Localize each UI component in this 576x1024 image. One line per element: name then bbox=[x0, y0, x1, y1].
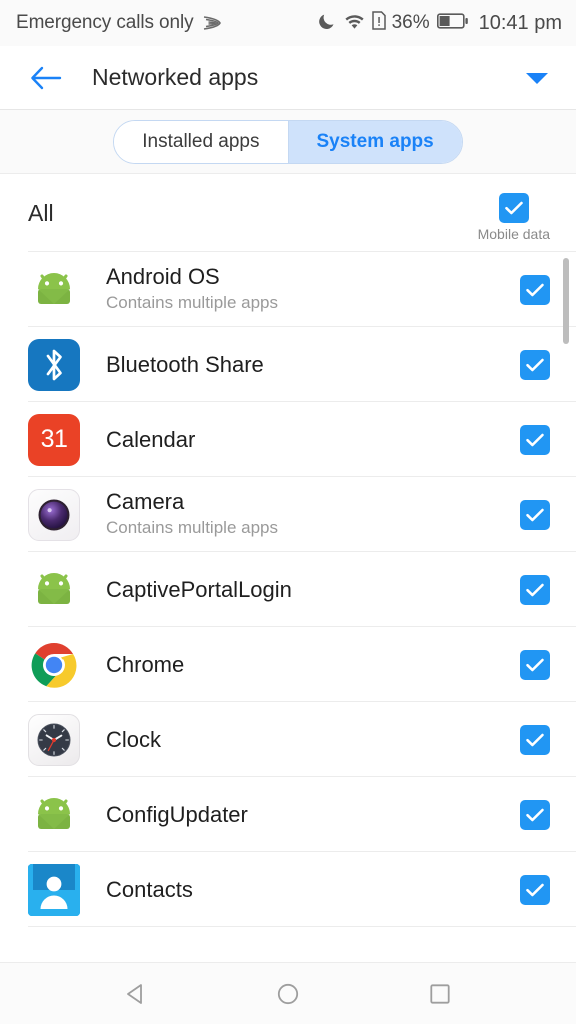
app-list-item[interactable]: Camera Contains multiple apps bbox=[0, 477, 576, 552]
android-robot-icon bbox=[28, 789, 80, 841]
app-checkbox-cell bbox=[520, 799, 550, 830]
app-name-label: Chrome bbox=[106, 651, 185, 677]
checkbox-app-4[interactable] bbox=[520, 574, 550, 605]
checkbox-app-1[interactable] bbox=[520, 349, 550, 380]
app-checkbox-cell bbox=[520, 874, 550, 905]
app-header: Networked apps bbox=[0, 46, 576, 110]
app-list-item[interactable]: CaptivePortalLogin bbox=[0, 552, 576, 627]
app-checkbox-cell bbox=[520, 274, 550, 305]
chevron-down-icon[interactable] bbox=[520, 61, 554, 95]
nav-recents-square-icon[interactable] bbox=[412, 966, 468, 1022]
app-text-block: Bluetooth Share bbox=[106, 352, 520, 378]
app-text-block: Android OS Contains multiple apps bbox=[106, 264, 520, 314]
app-text-block: Chrome bbox=[106, 652, 520, 678]
app-list-item[interactable]: Android OS Contains multiple apps bbox=[0, 252, 576, 327]
app-checkbox-cell bbox=[520, 574, 550, 605]
app-name-label: Calendar bbox=[106, 426, 196, 452]
nav-back-triangle-icon[interactable] bbox=[108, 966, 164, 1022]
status-bar: Emergency calls only 36% 10:41 pm bbox=[0, 0, 576, 46]
app-text-block: Contacts bbox=[106, 877, 520, 903]
checkbox-app-2[interactable] bbox=[520, 424, 550, 455]
tab-installed-apps[interactable]: Installed apps bbox=[114, 120, 288, 163]
checkbox-app-6[interactable] bbox=[520, 724, 550, 755]
checkbox-app-7[interactable] bbox=[520, 799, 550, 830]
checkbox-app-8[interactable] bbox=[520, 874, 550, 905]
clock-time-label: 10:41 pm bbox=[478, 11, 562, 34]
camera-icon bbox=[28, 488, 80, 541]
android-nav-bar bbox=[0, 962, 576, 1024]
all-label: All bbox=[28, 199, 54, 226]
app-checkbox-cell bbox=[520, 349, 550, 380]
mobile-data-column-label: Mobile data bbox=[477, 225, 550, 242]
tab-system-apps[interactable]: System apps bbox=[287, 120, 462, 163]
phone-screen: Emergency calls only 36% 10:41 pm Networ… bbox=[0, 0, 576, 1024]
bluetooth-icon bbox=[28, 338, 80, 391]
segmented-control: Installed apps System apps bbox=[113, 119, 463, 164]
app-list-item[interactable]: 31 Calendar bbox=[0, 402, 576, 477]
app-name-label: Contacts bbox=[106, 876, 193, 902]
signal-arcs-icon bbox=[201, 13, 223, 33]
app-list-item[interactable]: Contacts bbox=[0, 852, 576, 927]
app-list-item[interactable]: Bluetooth Share bbox=[0, 327, 576, 402]
status-bar-right: 36% 10:41 pm bbox=[318, 11, 562, 35]
checkbox-app-3[interactable] bbox=[520, 499, 550, 530]
app-name-label: CaptivePortalLogin bbox=[106, 576, 292, 602]
sim-alert-icon bbox=[371, 11, 386, 35]
android-robot-icon bbox=[28, 564, 80, 616]
app-text-block: Camera Contains multiple apps bbox=[106, 489, 520, 539]
app-checkbox-cell bbox=[520, 649, 550, 680]
app-name-label: Bluetooth Share bbox=[106, 351, 264, 377]
app-subtitle-label: Contains multiple apps bbox=[106, 518, 278, 538]
app-name-label: ConfigUpdater bbox=[106, 801, 248, 827]
app-checkbox-cell bbox=[520, 499, 550, 530]
app-name-label: Clock bbox=[106, 726, 162, 752]
back-arrow-icon[interactable] bbox=[26, 58, 66, 98]
nav-home-circle-icon[interactable] bbox=[260, 966, 316, 1022]
app-text-block: Calendar bbox=[106, 427, 520, 453]
android-robot-icon bbox=[28, 264, 80, 316]
checkbox-all-mobile-data[interactable] bbox=[498, 192, 529, 223]
clock-icon bbox=[28, 713, 80, 766]
checkbox-app-0[interactable] bbox=[520, 274, 550, 305]
battery-icon bbox=[436, 12, 469, 35]
app-text-block: ConfigUpdater bbox=[106, 802, 520, 828]
wifi-icon bbox=[344, 12, 365, 34]
chrome-icon bbox=[28, 639, 80, 691]
status-bar-left: Emergency calls only bbox=[16, 12, 223, 34]
all-row-checkbox-group: Mobile data bbox=[477, 192, 550, 242]
app-list-item[interactable]: Clock bbox=[0, 702, 576, 777]
moon-icon bbox=[318, 11, 337, 35]
app-list: Android OS Contains multiple apps Bluetoot… bbox=[0, 252, 576, 962]
app-subtitle-label: Contains multiple apps bbox=[106, 293, 278, 313]
app-name-label: Camera bbox=[106, 489, 185, 515]
tab-bar: Installed apps System apps bbox=[0, 110, 576, 174]
app-list-item[interactable]: ConfigUpdater bbox=[0, 777, 576, 852]
app-checkbox-cell bbox=[520, 724, 550, 755]
app-name-label: Android OS bbox=[106, 264, 220, 290]
calendar-icon: 31 bbox=[28, 413, 80, 466]
checkbox-app-5[interactable] bbox=[520, 649, 550, 680]
page-title: Networked apps bbox=[92, 64, 259, 90]
app-list-item[interactable]: Chrome bbox=[0, 627, 576, 702]
app-text-block: CaptivePortalLogin bbox=[106, 577, 520, 603]
app-text-block: Clock bbox=[106, 727, 520, 753]
app-checkbox-cell bbox=[520, 424, 550, 455]
contacts-icon bbox=[28, 863, 80, 916]
all-apps-row[interactable]: All Mobile data bbox=[0, 174, 576, 252]
battery-percent-label: 36% bbox=[391, 12, 430, 33]
carrier-label: Emergency calls only bbox=[16, 12, 194, 33]
